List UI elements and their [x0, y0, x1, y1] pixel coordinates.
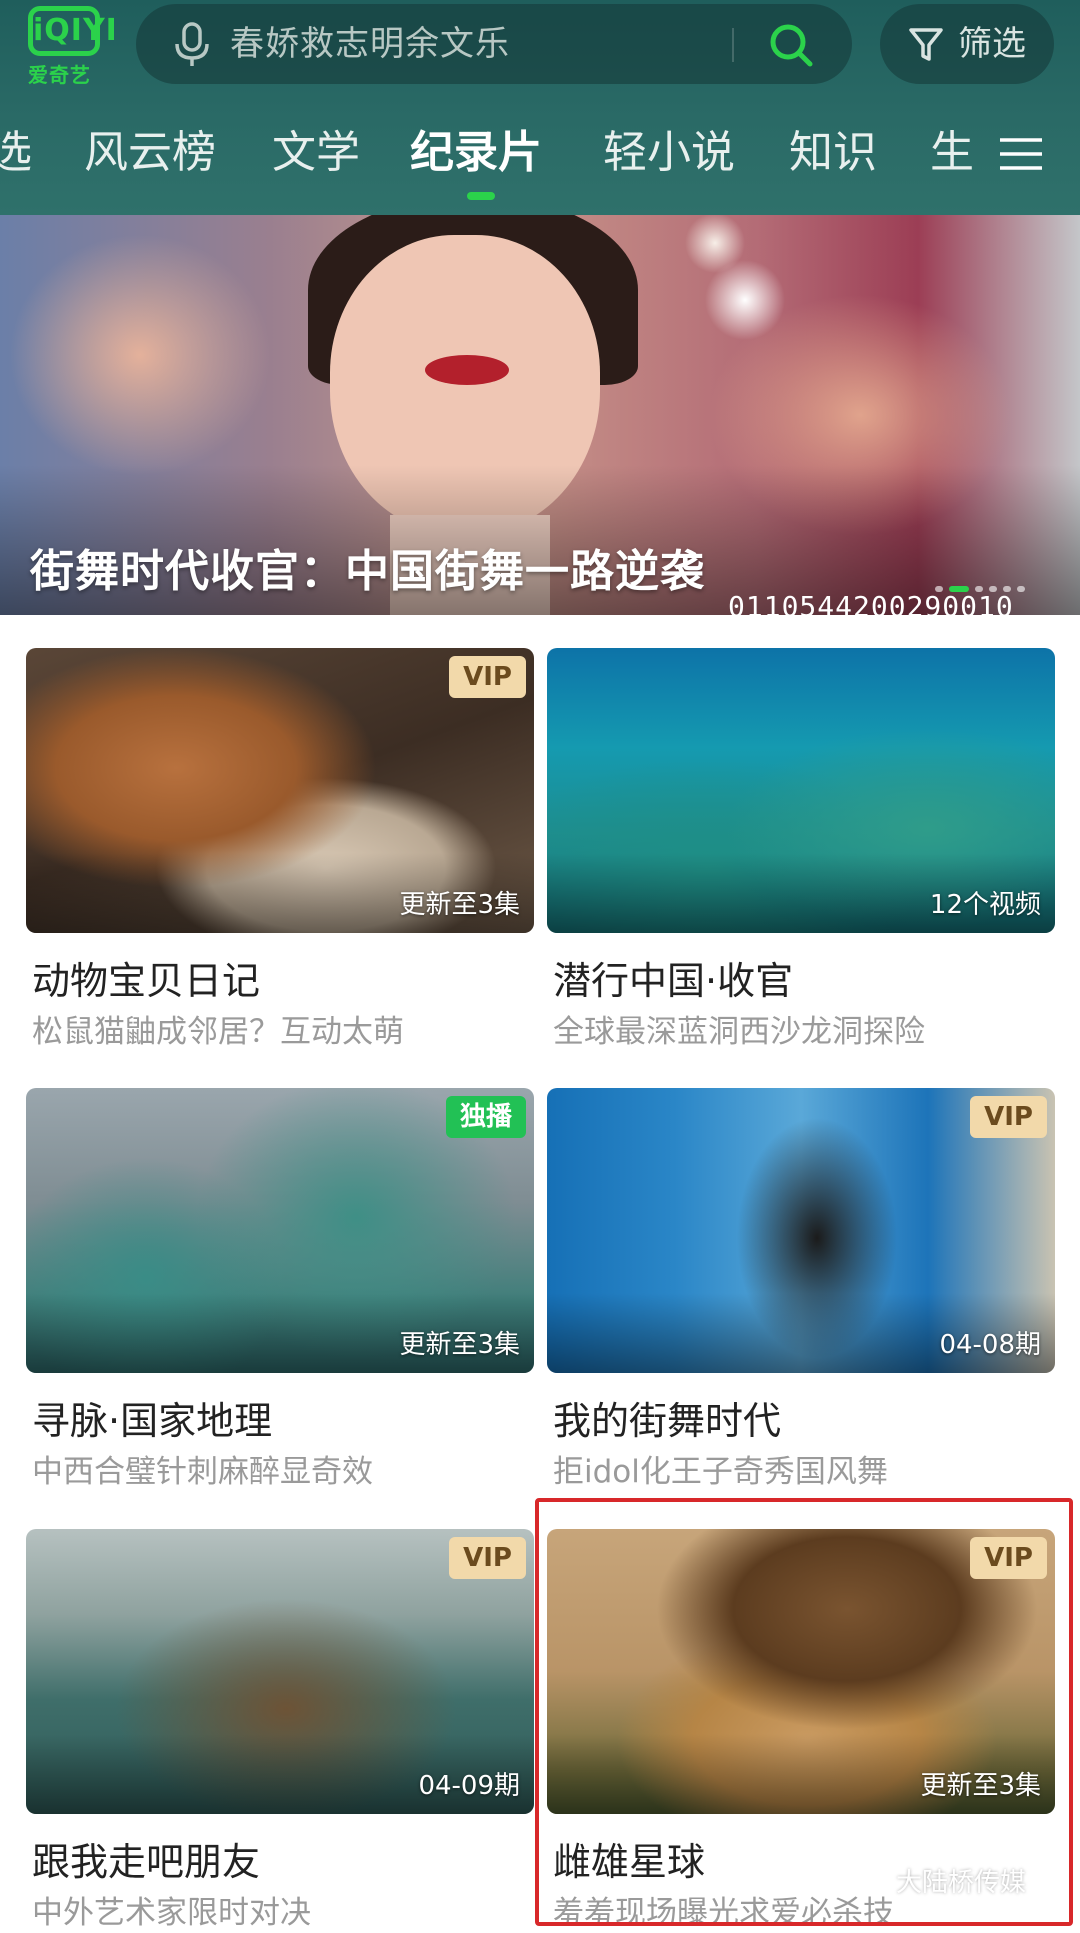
banner-figure-lips [425, 355, 509, 385]
vip-badge: VIP [970, 1096, 1047, 1138]
card-subtitle: 全球最深蓝洞西沙龙洞探险 [553, 1014, 925, 1050]
logo-text: 爱奇艺 [28, 63, 91, 87]
episode-info: 12个视频 [929, 890, 1041, 920]
wechat-icon [857, 1872, 889, 1894]
card-subtitle: 中西合璧针刺麻醉显奇效 [32, 1454, 373, 1490]
active-tab-indicator [467, 192, 495, 200]
vip-badge: VIP [449, 656, 526, 698]
card-title[interactable]: 我的街舞时代 [553, 1390, 781, 1445]
card-subtitle: 拒idol化王子奇秀国风舞 [553, 1454, 888, 1490]
video-card[interactable]: 独播 更新至3集 寻脉·国家地理 中西合璧针刺麻醉显奇效 [26, 1088, 534, 1508]
video-card[interactable]: VIP 更新至3集 动物宝贝日记 松鼠猫鼬成邻居？互动太萌 [26, 648, 534, 1068]
tab-light-novel[interactable]: 轻小说 [603, 118, 735, 188]
video-thumbnail[interactable]: 独播 更新至3集 [26, 1088, 534, 1373]
tab-documentary[interactable]: 纪录片 [410, 118, 542, 188]
tab-life[interactable]: 生 [930, 118, 974, 188]
watermark-text: 大陆桥传媒 [896, 1868, 1027, 1898]
watermark: 大陆桥传媒 [856, 1862, 1026, 1899]
vip-badge: VIP [449, 1537, 526, 1579]
episode-info: 更新至3集 [399, 1330, 520, 1360]
card-subtitle: 中外艺术家限时对决 [32, 1895, 311, 1931]
episode-info: 04-08期 [939, 1330, 1041, 1360]
search-divider [732, 28, 734, 62]
card-title[interactable]: 动物宝贝日记 [32, 950, 260, 1005]
logo-mark: iQIYI [28, 6, 117, 56]
exclusive-badge: 独播 [445, 1096, 526, 1138]
episode-info: 更新至3集 [399, 890, 520, 920]
featured-banner[interactable]: 街舞时代收官：中国街舞一路逆袭 0110544200290010 [0, 215, 1080, 615]
video-thumbnail[interactable]: VIP 更新至3集 [26, 648, 534, 933]
video-card[interactable]: VIP 04-08期 我的街舞时代 拒idol化王子奇秀国风舞 [547, 1088, 1055, 1508]
banner-page-indicator [935, 577, 1055, 592]
banner-dot [1017, 586, 1025, 592]
filter-icon [909, 28, 943, 61]
video-thumbnail[interactable]: VIP 04-09期 [26, 1529, 534, 1814]
menu-icon[interactable] [998, 136, 1044, 172]
tab-rankings[interactable]: 风云榜 [84, 118, 216, 188]
iqiyi-logo[interactable]: iQIYI 爱奇艺 [28, 6, 117, 87]
video-thumbnail[interactable]: 12个视频 [547, 648, 1055, 933]
filter-label: 筛选 [958, 24, 1026, 64]
filter-button[interactable]: 筛选 [880, 4, 1054, 84]
card-title[interactable]: 潜行中国·收官 [553, 950, 793, 1005]
video-card[interactable]: 12个视频 潜行中国·收官 全球最深蓝洞西沙龙洞探险 [547, 648, 1055, 1068]
episode-info: 04-09期 [418, 1771, 520, 1801]
top-header: iQIYI 爱奇艺 春娇救志明余文乐 筛选 选 风云榜 文学 纪录片 轻小说 知… [0, 0, 1080, 215]
search-input[interactable]: 春娇救志明余文乐 [230, 4, 510, 84]
banner-title: 街舞时代收官：中国街舞一路逆袭 [30, 546, 705, 597]
card-subtitle: 松鼠猫鼬成邻居？互动太萌 [32, 1014, 404, 1050]
tab-literature[interactable]: 文学 [272, 118, 360, 188]
category-tabs: 选 风云榜 文学 纪录片 轻小说 知识 生 [0, 118, 1080, 198]
search-bar[interactable]: 春娇救志明余文乐 [136, 4, 852, 84]
search-icon[interactable] [766, 20, 816, 70]
tab-knowledge[interactable]: 知识 [789, 118, 877, 188]
video-card[interactable]: VIP 04-09期 跟我走吧朋友 中外艺术家限时对决 [26, 1529, 534, 1933]
card-title[interactable]: 寻脉·国家地理 [32, 1390, 272, 1445]
banner-code: 0110544200290010 [728, 590, 1014, 615]
video-thumbnail[interactable]: VIP 04-08期 [547, 1088, 1055, 1373]
microphone-icon[interactable] [172, 22, 212, 68]
tab-featured[interactable]: 选 [0, 118, 32, 188]
card-title[interactable]: 跟我走吧朋友 [32, 1831, 260, 1886]
